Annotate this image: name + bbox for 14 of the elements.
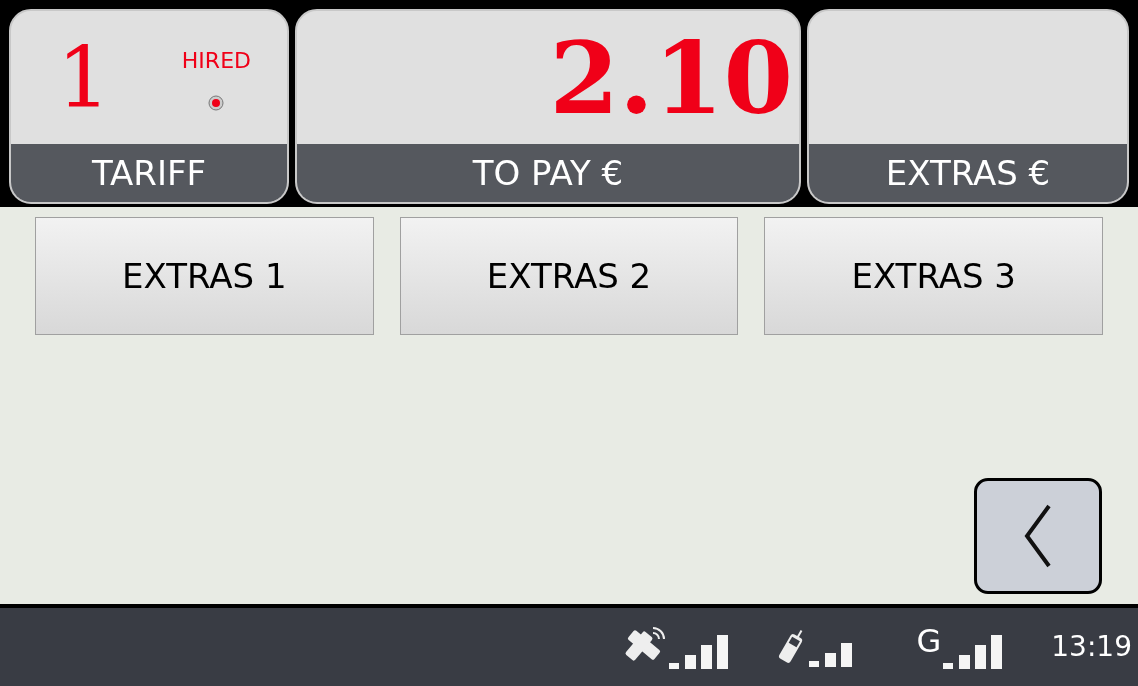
back-button[interactable] [974,478,1102,594]
panel-label: EXTRAS € [885,151,1051,195]
panel-label: TARIFF [91,151,207,195]
extras-button[interactable]: EXTRAS 2 [399,217,739,335]
fare-amount: 2.10 [549,27,793,128]
extras-button[interactable]: EXTRAS 1 [35,217,374,335]
network-type: G [916,625,942,657]
tariff-number: 1 [57,35,111,120]
chevron-left-icon [1023,503,1053,569]
panel-label: TO PAY € [472,151,624,195]
status-dot-icon [208,95,225,111]
extras-button[interactable]: EXTRAS 3 [764,217,1103,335]
hire-status: HIRED [181,47,251,75]
clock: 13:19 [1051,629,1132,665]
